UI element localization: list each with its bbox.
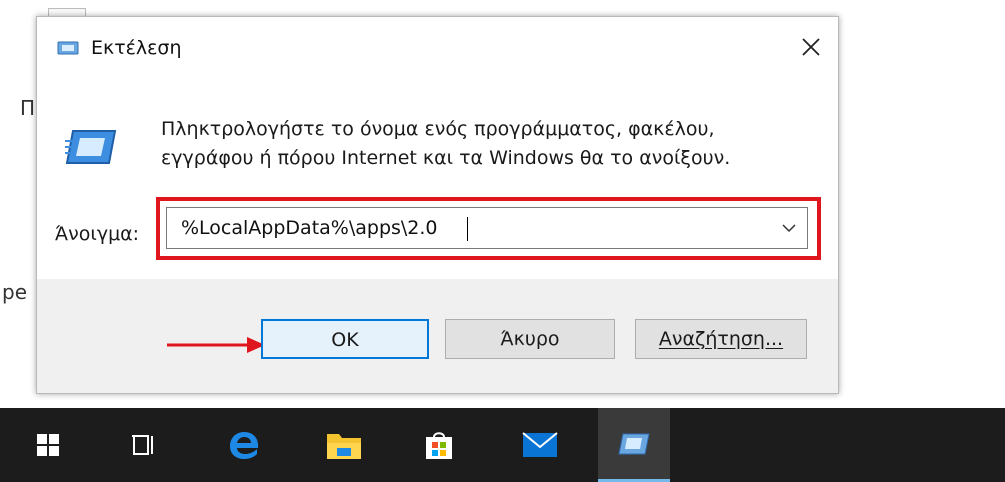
mail-button[interactable] xyxy=(504,408,576,482)
start-button[interactable] xyxy=(12,408,84,482)
run-taskbar-button[interactable] xyxy=(598,408,670,482)
ok-button[interactable]: OK xyxy=(261,319,429,359)
edge-icon xyxy=(230,432,259,459)
file-explorer-button[interactable] xyxy=(308,408,380,482)
close-button[interactable] xyxy=(788,25,834,69)
run-dialog: Εκτέλεση Πληκτρολογήστε το όνομα ενός πρ… xyxy=(36,16,839,394)
title-bar[interactable]: Εκτέλεση xyxy=(37,17,838,79)
run-icon xyxy=(618,433,650,454)
dialog-title: Εκτέλεση xyxy=(91,37,182,59)
open-input[interactable]: %LocalAppData%\apps\2.0 xyxy=(181,208,438,248)
chevron-down-icon[interactable] xyxy=(781,222,797,234)
taskbar xyxy=(0,408,1005,482)
folder-icon xyxy=(327,434,361,459)
cancel-button[interactable]: Άκυρο xyxy=(445,319,615,359)
open-label: Άνοιγμα: xyxy=(55,223,140,245)
text-caret xyxy=(467,217,468,241)
run-icon xyxy=(65,130,117,164)
task-view-icon xyxy=(132,435,153,455)
store-icon xyxy=(426,432,452,459)
windows-logo-icon xyxy=(37,434,59,456)
task-view-button[interactable] xyxy=(108,408,180,482)
close-icon xyxy=(802,38,820,56)
run-icon xyxy=(57,41,79,55)
mail-icon xyxy=(522,432,558,457)
arrow-annotation xyxy=(167,337,265,353)
dialog-body: Πληκτρολογήστε το όνομα ενός προγράμματο… xyxy=(37,79,838,279)
edge-button[interactable] xyxy=(208,408,280,482)
background-text: pe xyxy=(2,280,27,304)
store-button[interactable] xyxy=(403,408,475,482)
open-combobox[interactable]: %LocalAppData%\apps\2.0 xyxy=(166,207,808,249)
description-text: Πληκτρολογήστε το όνομα ενός προγράμματο… xyxy=(161,118,731,169)
background-text: Π xyxy=(20,96,36,120)
browse-button[interactable]: Αναζήτηση... xyxy=(635,319,807,359)
